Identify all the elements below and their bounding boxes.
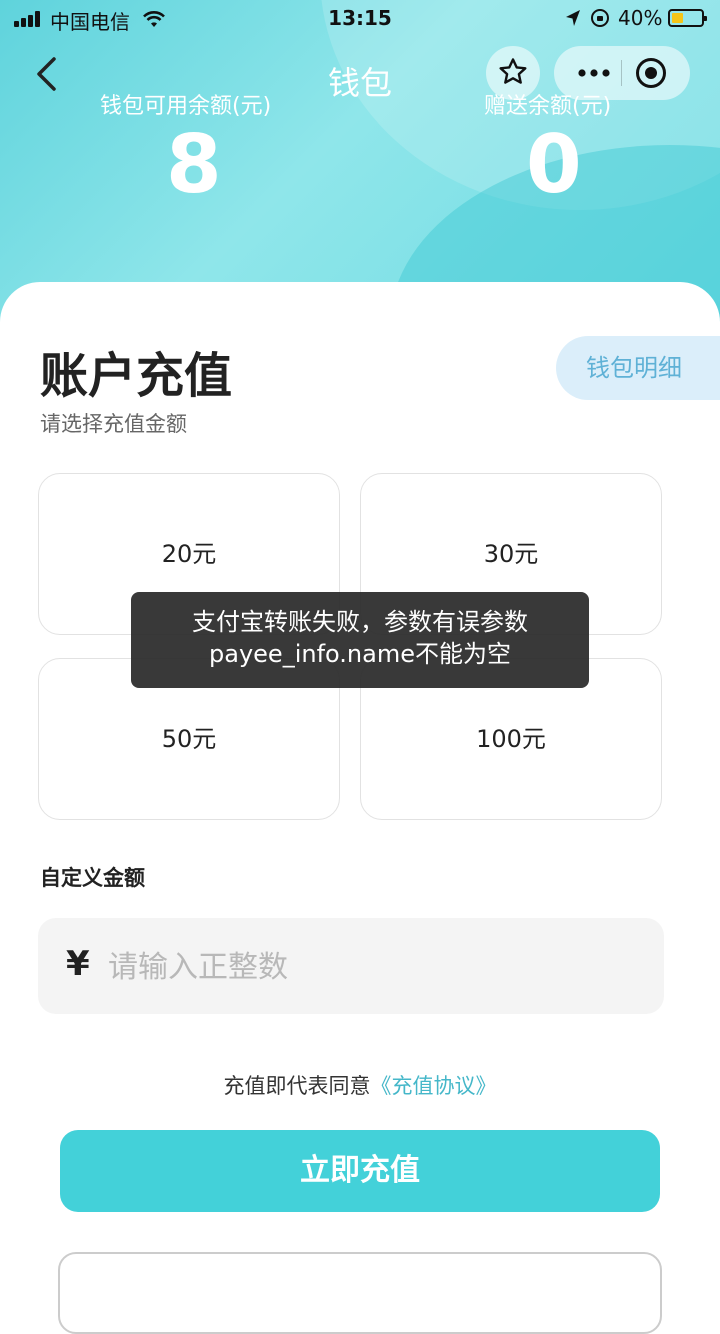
secondary-button[interactable] xyxy=(58,1252,662,1334)
recharge-subtitle: 请选择充值金额 xyxy=(40,412,187,436)
capsule-divider xyxy=(621,60,622,86)
agreement-prefix: 充值即代表同意 xyxy=(223,1074,371,1098)
custom-amount-label: 自定义金额 xyxy=(40,866,145,890)
battery-icon xyxy=(668,9,707,27)
battery-percent: 40% xyxy=(618,6,663,30)
error-toast: 支付宝转账失败，参数有误参数 payee_info.name不能为空 xyxy=(131,592,589,688)
star-icon xyxy=(499,58,527,84)
agreement-link[interactable]: 《充值协议》 xyxy=(371,1074,497,1098)
more-options-icon[interactable] xyxy=(572,58,622,88)
close-miniprogram-icon[interactable] xyxy=(636,58,666,88)
gift-balance-label: 赠送余额(元) xyxy=(484,94,612,119)
recharge-title: 账户充值 xyxy=(40,348,233,404)
toast-line-1: 支付宝转账失败，参数有误参数 xyxy=(192,608,528,636)
custom-amount-field: ¥ xyxy=(38,918,664,1014)
wallet-detail-button[interactable]: 钱包明细 xyxy=(556,336,720,400)
available-balance-label: 钱包可用余额(元) xyxy=(100,94,272,119)
gift-balance-value: 0 xyxy=(526,118,582,211)
currency-symbol: ¥ xyxy=(66,944,90,984)
rotation-lock-icon xyxy=(591,9,609,27)
custom-amount-input[interactable] xyxy=(106,940,630,994)
status-bar: 中国电信 13:15 40% xyxy=(0,0,720,38)
location-arrow-icon xyxy=(566,10,580,26)
toast-line-2: payee_info.name不能为空 xyxy=(209,640,511,668)
available-balance-value: 8 xyxy=(166,118,222,211)
clock: 13:15 xyxy=(328,6,392,30)
agreement-text: 充值即代表同意《充值协议》 xyxy=(0,1070,720,1100)
recharge-now-button[interactable]: 立即充值 xyxy=(60,1130,660,1212)
